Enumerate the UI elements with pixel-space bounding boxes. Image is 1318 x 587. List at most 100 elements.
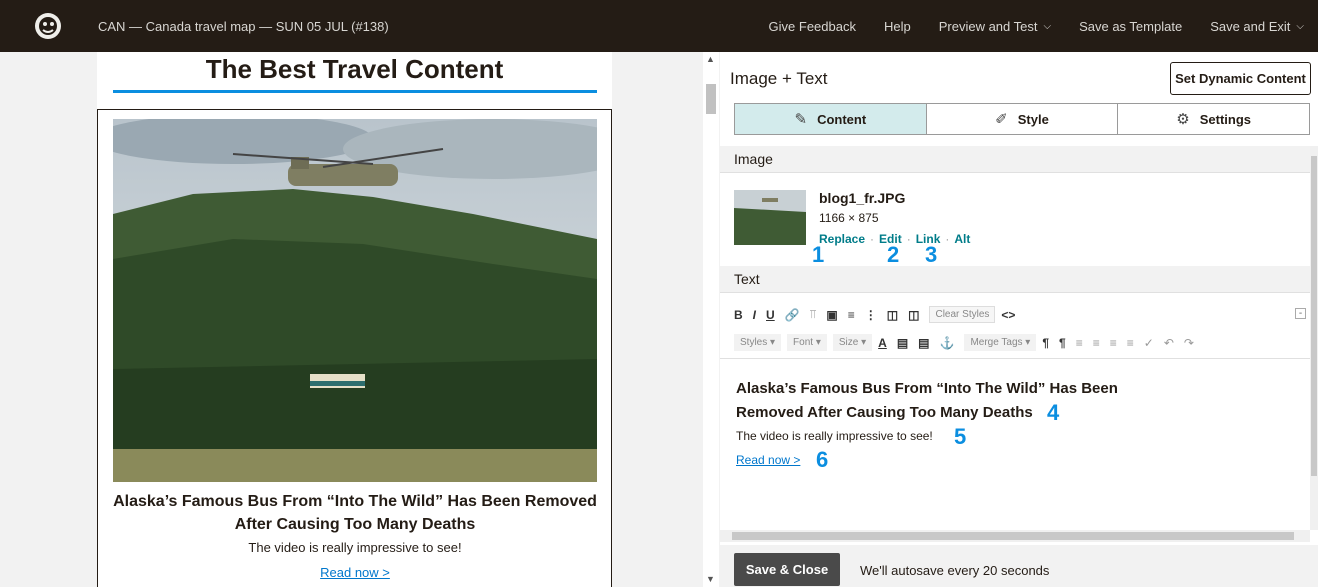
align-left-icon[interactable]: ≡ [1076, 336, 1083, 350]
help-link[interactable]: Help [884, 19, 911, 34]
image-icon[interactable]: ▣ [826, 308, 837, 322]
unlink-icon[interactable]: ⫪ [810, 307, 817, 322]
annotation-number: 2 [887, 242, 900, 267]
image-thumbnail[interactable] [734, 190, 806, 245]
align-right-icon[interactable]: ≡ [1110, 336, 1117, 350]
block-description: The video is really impressive to see! [248, 540, 462, 555]
anchor-icon[interactable]: ⚓ [940, 336, 955, 350]
link-icon[interactable]: 🔗 [785, 308, 800, 322]
scrollbar-thumb[interactable] [1311, 156, 1317, 476]
save-and-exit-menu[interactable]: Save and Exit ⌵ [1210, 19, 1304, 34]
editor-tabs: ✎ Content ✐ Style ⚙ Settings [734, 103, 1310, 135]
tab-label: Style [1017, 111, 1049, 127]
italic-icon[interactable]: I [753, 308, 756, 322]
heading-divider [113, 90, 597, 93]
email-heading[interactable]: The Best Travel Content [97, 54, 612, 84]
annotation-number: 5 [954, 424, 967, 449]
scrollbar-thumb[interactable] [706, 84, 716, 114]
dropdown-label: Font [793, 337, 814, 348]
mailchimp-logo-icon[interactable] [28, 6, 68, 46]
autosave-note: We'll autosave every 20 seconds [860, 563, 1050, 578]
editor-horizontal-scrollbar[interactable] [720, 530, 1310, 542]
replace-image-link[interactable]: Replace [819, 232, 865, 246]
campaign-title: CAN — Canada travel map — SUN 05 JUL (#1… [98, 18, 389, 34]
align-center-icon[interactable]: ≡ [1093, 336, 1100, 350]
clear-styles-button[interactable]: Clear Styles [929, 306, 996, 323]
justify-icon[interactable]: ≡ [1127, 336, 1134, 350]
set-dynamic-content-button[interactable]: Set Dynamic Content [1170, 62, 1311, 95]
ltr-icon[interactable]: ¶ [1042, 336, 1049, 350]
nav-label: Help [883, 18, 911, 34]
tab-label: Settings [1199, 111, 1252, 127]
alt-text-link[interactable]: Alt [954, 232, 970, 246]
merge-tags-dropdown[interactable]: Merge Tags ▾ [964, 334, 1037, 351]
highlight-color-icon[interactable]: ▤ [897, 336, 908, 350]
dropdown-label: Merge Tags [970, 337, 1023, 348]
collapse-toolbar-icon[interactable]: - [1295, 308, 1306, 319]
text-section-header: Text [720, 266, 1310, 293]
chevron-down-icon: ⌵ [1296, 20, 1304, 32]
nav-label: Preview and Test [938, 18, 1038, 34]
rte-description-text[interactable]: The video is really impressive to see! [736, 429, 933, 443]
rtl-icon[interactable]: ¶ [1059, 336, 1066, 350]
block-editor-panel: Image + Text Set Dynamic Content ✎ Conten… [720, 52, 1318, 587]
give-feedback-link[interactable]: Give Feedback [769, 19, 856, 34]
source-code-icon[interactable]: <> [1001, 308, 1015, 322]
tab-settings[interactable]: ⚙ Settings [1118, 104, 1310, 134]
size-dropdown[interactable]: Size ▾ [832, 334, 873, 351]
rte-toolbar-row-2: Styles ▾ Font ▾ Size ▾ A ▤ ▤ ⚓ Merge Tag… [734, 334, 1204, 351]
image-section-header: Image [720, 146, 1310, 173]
scroll-up-icon[interactable]: ▲ [706, 54, 715, 64]
email-body: The Best Travel Content Alaska’s Famous … [97, 52, 612, 587]
rich-text-editor[interactable]: Alaska’s Famous Bus From “Into The Wild”… [720, 358, 1310, 530]
read-now-link[interactable]: Read now > [113, 565, 597, 580]
paste-text-icon[interactable]: ◫ [908, 308, 919, 322]
save-as-template-link[interactable]: Save as Template [1079, 19, 1182, 34]
editor-footer: Save & Close We'll autosave every 20 sec… [720, 545, 1318, 587]
block-format-icon[interactable]: ▤ [918, 336, 929, 350]
ordered-list-icon[interactable]: ≡ [848, 308, 855, 322]
scrollbar-thumb[interactable] [732, 532, 1294, 540]
tab-style[interactable]: ✐ Style [926, 104, 1119, 134]
tab-label: Content [817, 111, 867, 127]
nav-label: Save as Template [1079, 18, 1183, 34]
edit-icon: ✎ [794, 111, 808, 128]
gear-icon: ⚙ [1176, 111, 1190, 128]
styles-dropdown[interactable]: Styles ▾ [734, 334, 782, 351]
nav-label: Save and Exit [1210, 18, 1291, 34]
rte-toolbar-row-1: B I U 🔗 ⫪ ▣ ≡ ⋮ ◫ ◫ Clear Styles <> [734, 306, 1025, 323]
separator-dot: · [945, 232, 950, 246]
annotation-number: 3 [925, 242, 938, 267]
editor-scrollbar[interactable] [1310, 146, 1318, 530]
tab-content[interactable]: ✎ Content [735, 104, 927, 134]
redo-icon[interactable]: ↷ [1184, 336, 1194, 350]
font-dropdown[interactable]: Font ▾ [787, 334, 827, 351]
image-dimensions: 1166 × 875 [819, 211, 879, 225]
dropdown-label: Size [838, 337, 859, 348]
separator-dot: · [906, 232, 911, 246]
bold-icon[interactable]: B [734, 308, 743, 322]
email-preview-pane: The Best Travel Content Alaska’s Famous … [0, 52, 720, 587]
paste-icon[interactable]: ◫ [887, 308, 898, 322]
image-file-name: blog1_fr.JPG [819, 190, 906, 206]
block-image[interactable] [113, 119, 597, 482]
bullet-list-icon[interactable]: ⋮ [865, 308, 877, 322]
top-bar: CAN — Canada travel map — SUN 05 JUL (#1… [0, 0, 1318, 52]
rte-read-now-link[interactable]: Read now > [736, 453, 800, 467]
preview-scrollbar[interactable]: ▲ ▼ [703, 52, 719, 587]
undo-icon[interactable]: ↶ [1164, 336, 1174, 350]
chevron-down-icon: ⌵ [1043, 20, 1052, 32]
nav-label: Give Feedback [768, 18, 856, 34]
top-nav: Give Feedback Help Preview and Test ⌵ Sav… [741, 19, 1304, 34]
scroll-down-icon[interactable]: ▼ [706, 574, 715, 584]
text-color-icon[interactable]: A [878, 336, 887, 350]
block-title: Alaska’s Famous Bus From “Into The Wild”… [113, 493, 597, 533]
underline-icon[interactable]: U [766, 308, 775, 322]
preview-and-test-menu[interactable]: Preview and Test ⌵ [939, 19, 1051, 34]
spellcheck-icon[interactable]: ✓ [1144, 336, 1154, 350]
rte-title-text[interactable]: Alaska’s Famous Bus From “Into The Wild”… [736, 377, 1156, 425]
brush-icon: ✐ [995, 111, 1008, 128]
annotation-number: 6 [816, 447, 829, 472]
annotation-number: 1 [812, 242, 825, 267]
save-and-close-button[interactable]: Save & Close [734, 553, 840, 586]
